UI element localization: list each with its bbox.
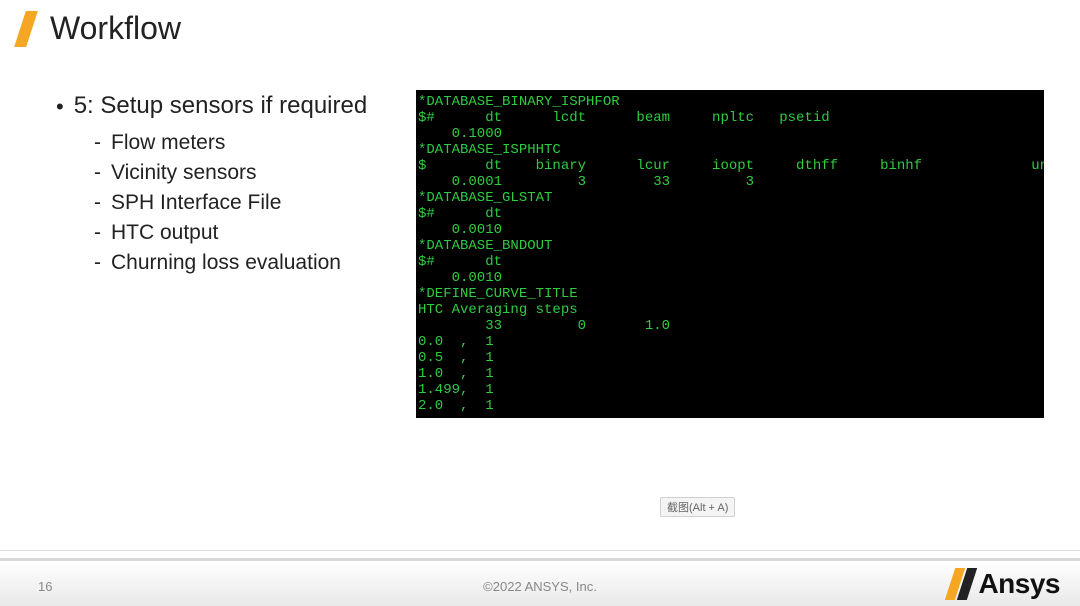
sub-bullet-item: - Flow meters bbox=[94, 128, 396, 158]
page-number: 16 bbox=[38, 579, 52, 594]
sub-bullet-text: HTC output bbox=[111, 218, 218, 248]
content-left: • 5: Setup sensors if required - Flow me… bbox=[56, 92, 396, 278]
screenshot-hint-tooltip: 截图(Alt + A) bbox=[660, 497, 735, 517]
terminal-output: *DATABASE_BINARY_ISPHFOR $# dt lcdt beam… bbox=[416, 90, 1044, 418]
ansys-logo: Ansys bbox=[950, 568, 1060, 600]
title-row: Workflow bbox=[20, 10, 181, 47]
main-bullet: • 5: Setup sensors if required bbox=[56, 92, 396, 122]
logo-text: Ansys bbox=[978, 568, 1060, 600]
sub-bullet-item: - Vicinity sensors bbox=[94, 158, 396, 188]
dash-icon: - bbox=[94, 188, 101, 218]
sub-bullet-text: Flow meters bbox=[111, 128, 225, 158]
sub-bullet-text: SPH Interface File bbox=[111, 188, 281, 218]
sub-bullet-item: - HTC output bbox=[94, 218, 396, 248]
dash-icon: - bbox=[94, 128, 101, 158]
dash-icon: - bbox=[94, 158, 101, 188]
dash-icon: - bbox=[94, 248, 101, 278]
main-bullet-text: 5: Setup sensors if required bbox=[74, 92, 368, 120]
sub-bullet-item: - Churning loss evaluation bbox=[94, 248, 396, 278]
sub-bullet-text: Churning loss evaluation bbox=[111, 248, 341, 278]
bullet-dot-icon: • bbox=[56, 92, 64, 122]
page-title: Workflow bbox=[50, 10, 181, 47]
copyright-text: ©2022 ANSYS, Inc. bbox=[483, 579, 597, 594]
sub-bullet-text: Vicinity sensors bbox=[111, 158, 257, 188]
sub-bullet-list: - Flow meters - Vicinity sensors - SPH I… bbox=[94, 128, 396, 278]
footer-divider bbox=[0, 550, 1080, 551]
title-accent-bar bbox=[14, 11, 38, 47]
sub-bullet-item: - SPH Interface File bbox=[94, 188, 396, 218]
dash-icon: - bbox=[94, 218, 101, 248]
